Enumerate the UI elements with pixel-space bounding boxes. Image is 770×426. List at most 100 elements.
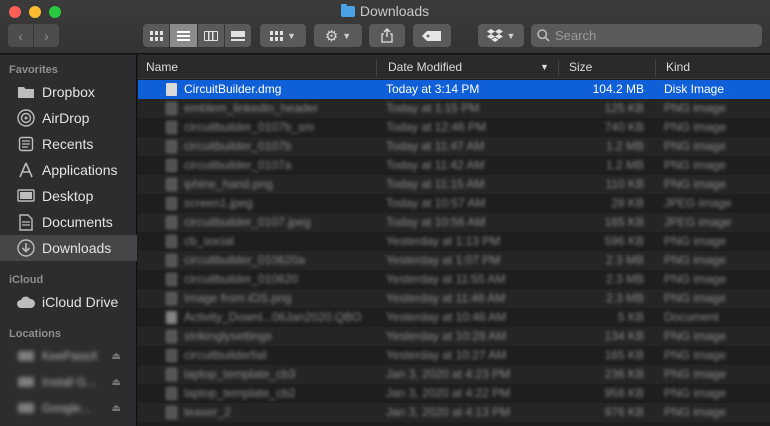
file-row[interactable]: cb_social Yesterday at 1:13 PM 596 KB PNG i… [138,232,770,251]
sidebar-item-documents[interactable]: Documents [0,209,137,235]
file-name: laptop_template_cb2 [184,386,296,400]
file-row[interactable]: circuitbuilder_0107.jpeg Today at 10:56 A… [138,213,770,232]
file-row[interactable]: circuitbuilder_010620 Yesterday at 11:55 … [138,270,770,289]
search-field[interactable] [531,24,762,47]
file-size: 110 KB [605,177,644,191]
file-size: 28 KB [611,196,644,210]
applications-icon [16,161,36,179]
list-view-button[interactable] [170,24,197,47]
column-header-name[interactable]: Name [146,60,178,74]
column-view-button[interactable] [197,24,224,47]
close-window-button[interactable] [9,6,21,18]
file-name: laptop_template_cb3 [184,367,296,381]
file-icon [166,159,177,172]
sidebar-item-airdrop[interactable]: AirDrop [0,105,137,131]
eject-icon[interactable]: ⏏ [112,403,121,414]
group-by-button[interactable]: ▼ [260,24,306,47]
disk-icon [16,350,36,362]
file-list: Name Date Modified ▼ Size Kind CircuitBu… [138,55,770,426]
file-row[interactable]: circuitbuilder_0107a Today at 11:42 AM 1.2… [138,156,770,175]
sidebar-item-label: iCloud Drive [42,294,119,310]
file-row[interactable]: emblem_linkedin_header Today at 1:15 PM 12… [138,99,770,118]
file-name: circuitbuilder_010620a [184,253,305,267]
tag-button[interactable] [413,24,451,47]
disk-image-icon [166,83,177,96]
list-view-icon [176,30,190,41]
cloud-icon [16,296,36,309]
file-name: circuitbuilderfail [184,348,267,362]
file-row-selected[interactable]: CircuitBuilder.dmg Today at 3:14 PM 104.2 … [138,80,770,99]
file-row[interactable]: laptop_template_cb3 Jan 3, 2020 at 4:23 P… [138,365,770,384]
eject-icon[interactable]: ⏏ [112,351,121,362]
file-size: 134 KB [604,329,644,343]
file-row[interactable]: circuitbuilderfail Yesterday at 10:27 AM 1… [138,346,770,365]
sidebar-item-label: KeePassX [42,349,99,363]
search-icon [537,29,550,42]
sidebar-item-recents[interactable]: Recents [0,131,137,157]
sidebar-item-desktop[interactable]: Desktop [0,183,137,209]
desktop-icon [16,189,36,203]
file-row[interactable]: circuitbuilder_0107b_sm Today at 12:46 PM… [138,118,770,137]
column-divider[interactable] [655,60,656,76]
minimize-window-button[interactable] [29,6,41,18]
file-row[interactable]: Image from iOS.png Yesterday at 11:46 AM 2… [138,289,770,308]
share-button[interactable] [369,24,405,47]
disk-icon [16,376,36,388]
sidebar-section-icloud: iCloud [9,274,44,286]
sidebar-item-label: Install G... [42,375,97,389]
eject-icon[interactable]: ⏏ [112,377,121,388]
file-row[interactable]: laptop_template_cb2 Jan 3, 2020 at 4:22 P… [138,384,770,403]
file-row[interactable]: circuitbuilder_0107b Today at 11:47 AM 1.2… [138,137,770,156]
sidebar-item-label: Desktop [42,188,94,204]
column-divider[interactable] [558,60,559,76]
sidebar-item-label: Recents [42,136,94,152]
zoom-window-button[interactable] [49,6,61,18]
file-size: 125 KB [604,101,644,115]
icon-view-button[interactable] [143,24,170,47]
file-kind: PNG image [664,101,727,115]
file-row[interactable]: screen1.jpeg Today at 10:57 AM 28 KB JPEG i… [138,194,770,213]
back-button[interactable]: ‹ [8,24,33,47]
sidebar-item-location[interactable]: Google... ⏏ [0,395,137,421]
file-row[interactable]: circuitbuilder_010620a Yesterday at 1:07 … [138,251,770,270]
file-date: Yesterday at 1:07 PM [386,253,501,267]
column-header-size[interactable]: Size [569,60,592,74]
navigation-group: ‹ › [8,24,59,47]
file-name: circuitbuilder_0107.jpeg [184,215,311,229]
file-date: Today at 3:14 PM [386,82,480,96]
sidebar-item-icloud-drive[interactable]: iCloud Drive [0,289,137,315]
file-date: Yesterday at 10:46 AM [386,310,507,324]
file-kind: PNG image [664,367,727,381]
file-icon [166,311,177,324]
chevron-down-icon: ▼ [342,30,352,41]
sidebar-item-location[interactable]: KeePassX ⏏ [0,343,137,369]
forward-button[interactable]: › [34,24,59,47]
sidebar-item-dropbox[interactable]: Dropbox [0,79,137,105]
column-divider[interactable] [376,60,377,76]
sidebar-item-label: Dropbox [42,84,95,100]
column-header-kind[interactable]: Kind [666,60,690,74]
file-icon [166,140,177,153]
action-button[interactable]: ⚙ ▼ [314,24,362,47]
column-header-date[interactable]: Date Modified [388,60,462,74]
file-name: circuitbuilder_0107a [184,158,292,172]
dropbox-menu-button[interactable]: ▼ [478,24,524,47]
gallery-view-button[interactable] [224,24,251,47]
file-row[interactable]: teaser_2 Jan 3, 2020 at 4:13 PM 976 KB PNG … [138,403,770,422]
airdrop-icon [16,109,36,127]
sidebar-item-applications[interactable]: Applications [0,157,137,183]
sidebar-item-label: Applications [42,162,118,178]
search-input[interactable] [555,28,750,43]
file-row[interactable]: iphine_hand.png Today at 11:15 AM 110 KB PN… [138,175,770,194]
file-size: 596 KB [604,234,644,248]
file-size: 165 KB [604,215,644,229]
file-icon [166,330,177,343]
file-row[interactable]: strikinglysettings Yesterday at 10:28 AM 1… [138,327,770,346]
file-kind: Document [664,310,719,324]
file-row[interactable]: Activity_Downl...06Jan2020.QBO Yesterday … [138,308,770,327]
sidebar-item-downloads[interactable]: Downloads [0,235,137,261]
file-date: Jan 3, 2020 at 4:23 PM [386,367,511,381]
sidebar-item-location[interactable]: Install G... ⏏ [0,369,137,395]
sidebar-item-label: AirDrop [42,110,90,126]
tag-icon [422,30,441,41]
